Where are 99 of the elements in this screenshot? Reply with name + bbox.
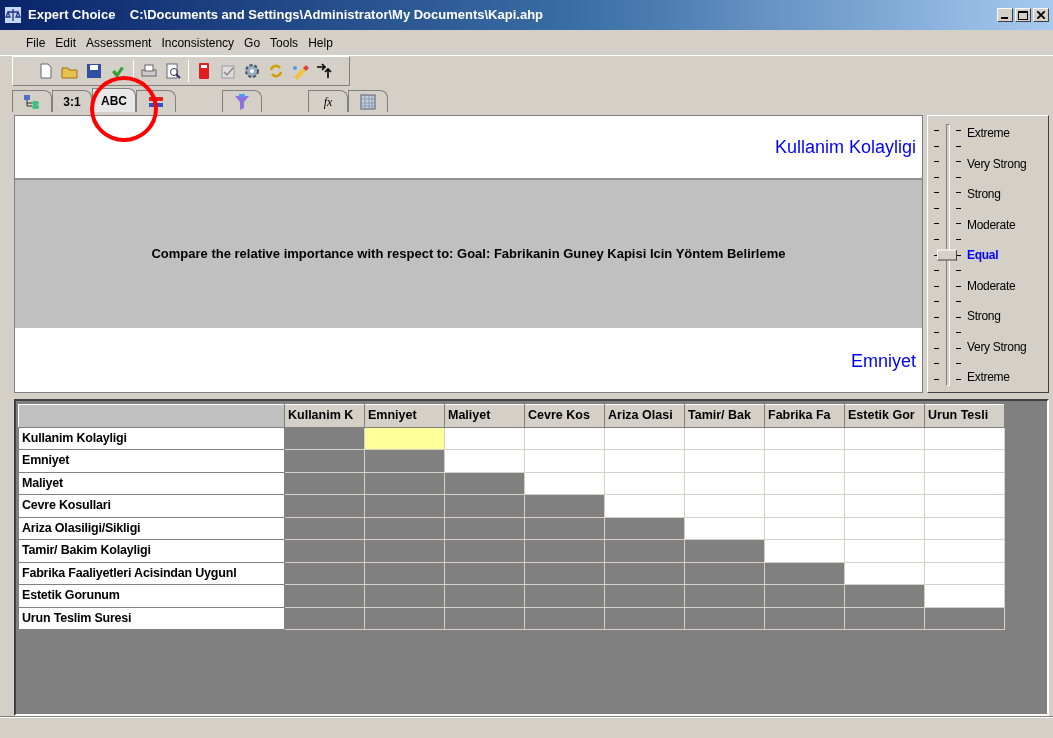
pencil-icon[interactable]	[291, 62, 309, 80]
tick-mark	[934, 176, 939, 178]
menu-item[interactable]: Go	[244, 33, 261, 52]
refresh-icon[interactable]	[267, 62, 285, 80]
row-header[interactable]: Maliyet	[18, 472, 285, 495]
gear-icon[interactable]	[243, 62, 261, 80]
tab[interactable]: fx	[308, 90, 348, 112]
tick-mark	[956, 223, 961, 225]
tick-mark	[934, 161, 939, 163]
scale-label[interactable]: Very Strong	[967, 154, 1048, 173]
row-header[interactable]: Emniyet	[18, 449, 285, 472]
comparison-question: Compare the relative importance with respect to: Goal: Fabrikanin Guney Kapisi Icin Yöntem Belirleme	[151, 245, 786, 264]
tab[interactable]: ABC	[92, 88, 136, 112]
row-header[interactable]: Kullanim Kolayligi	[18, 427, 285, 450]
column-header[interactable]: Estetik Gor	[844, 404, 925, 427]
slider-thumb[interactable]	[937, 249, 957, 261]
checkbox-icon[interactable]	[219, 62, 237, 80]
minimize-button[interactable]	[997, 8, 1013, 22]
tick-mark	[956, 363, 961, 365]
tick-mark	[934, 192, 939, 194]
column-header[interactable]: Maliyet	[444, 404, 525, 427]
column-header[interactable]: Ariza Olasi	[604, 404, 685, 427]
tick-mark	[934, 207, 939, 209]
scale-label[interactable]: Equal	[967, 246, 1048, 264]
row-header[interactable]: Tamir/ Bakim Kolayligi	[18, 539, 285, 562]
column-header[interactable]: Urun Tesli	[924, 404, 1005, 427]
criterion-label: Emniyet	[15, 330, 922, 392]
maximize-button[interactable]	[1015, 8, 1031, 22]
row-header[interactable]: Fabrika Faaliyetleri Acisindan Uygunl	[18, 562, 285, 585]
column-header[interactable]: Tamir/ Bak	[684, 404, 765, 427]
tab[interactable]	[12, 90, 52, 112]
scale-label[interactable]: Strong	[967, 185, 1048, 203]
scale-label[interactable]: Strong	[967, 307, 1048, 325]
tick-mark	[934, 254, 939, 256]
window-title: Expert Choice C:\Documents and Settings\Administrator\My Documents\Kapi.ahp	[28, 6, 544, 25]
row-header[interactable]: Ariza Olasiligi/Sikligi	[18, 517, 285, 540]
row-header[interactable]: Estetik Gorunum	[18, 584, 285, 607]
menu-item[interactable]: File	[26, 33, 46, 52]
tick-mark	[956, 207, 961, 209]
column-header[interactable]: Emniyet	[364, 404, 445, 427]
preview-icon[interactable]	[164, 62, 182, 80]
tick-mark	[934, 316, 939, 318]
tick-mark	[934, 238, 939, 240]
menu-item[interactable]: Edit	[55, 33, 77, 52]
tick-mark	[934, 363, 939, 365]
scale-label[interactable]: Moderate	[967, 276, 1048, 295]
tick-mark	[956, 379, 961, 380]
tick-mark	[934, 301, 939, 303]
save-icon[interactable]	[85, 62, 103, 80]
menu-item[interactable]: Assessment	[86, 33, 152, 52]
tab[interactable]: 3:1	[52, 90, 92, 112]
maximize-icon	[1018, 10, 1028, 20]
tick-mark	[956, 332, 961, 334]
tick-mark	[956, 192, 961, 194]
column-header[interactable]: Fabrika Fa	[764, 404, 845, 427]
tick-mark	[934, 145, 939, 147]
funnel-icon	[233, 92, 251, 111]
tick-mark	[934, 379, 939, 380]
tick-mark	[956, 161, 961, 163]
menu-item[interactable]: Inconsistency	[161, 33, 235, 52]
highlight-circle	[90, 76, 158, 142]
column-header[interactable]: Cevre Kos	[524, 404, 605, 427]
close-button[interactable]	[1033, 8, 1049, 22]
tab[interactable]	[136, 90, 176, 112]
tree-icon	[23, 92, 41, 111]
menu-item[interactable]: Tools	[270, 33, 299, 52]
tick-mark	[934, 223, 939, 225]
close-icon	[1037, 11, 1045, 19]
tick-mark	[934, 130, 939, 131]
tick-mark	[956, 176, 961, 178]
row-header[interactable]: Cevre Kosullari	[18, 494, 285, 517]
menu-item[interactable]: Help	[308, 33, 333, 52]
tick-mark	[956, 301, 961, 303]
app-icon	[4, 6, 22, 24]
tab[interactable]	[222, 90, 262, 112]
grid-icon	[359, 92, 377, 111]
row-header[interactable]: Urun Teslim Suresi	[18, 607, 285, 630]
tick-mark	[956, 270, 961, 272]
document-icon[interactable]	[37, 62, 55, 80]
criterion-label: Kullanim Kolayligi	[15, 116, 922, 178]
tick-mark	[956, 254, 961, 256]
tick-mark	[934, 285, 939, 287]
scale-label[interactable]: Extreme	[967, 368, 1048, 386]
tick-mark	[956, 316, 961, 318]
tick-mark	[934, 332, 939, 334]
tick-mark	[956, 238, 961, 240]
tick-mark	[934, 270, 939, 272]
scale-label[interactable]: Moderate	[967, 215, 1048, 234]
tab[interactable]	[348, 90, 388, 112]
arrows-icon[interactable]	[315, 62, 333, 80]
tick-mark	[956, 285, 961, 287]
printer-icon[interactable]	[140, 62, 158, 80]
tick-mark	[956, 130, 961, 131]
scale-label[interactable]: Extreme	[967, 124, 1048, 142]
tick-mark	[956, 347, 961, 349]
column-header[interactable]: Kullanim K	[284, 404, 365, 427]
scale-label[interactable]: Very Strong	[967, 337, 1048, 356]
tick-mark	[956, 145, 961, 147]
tick-mark	[934, 347, 939, 349]
